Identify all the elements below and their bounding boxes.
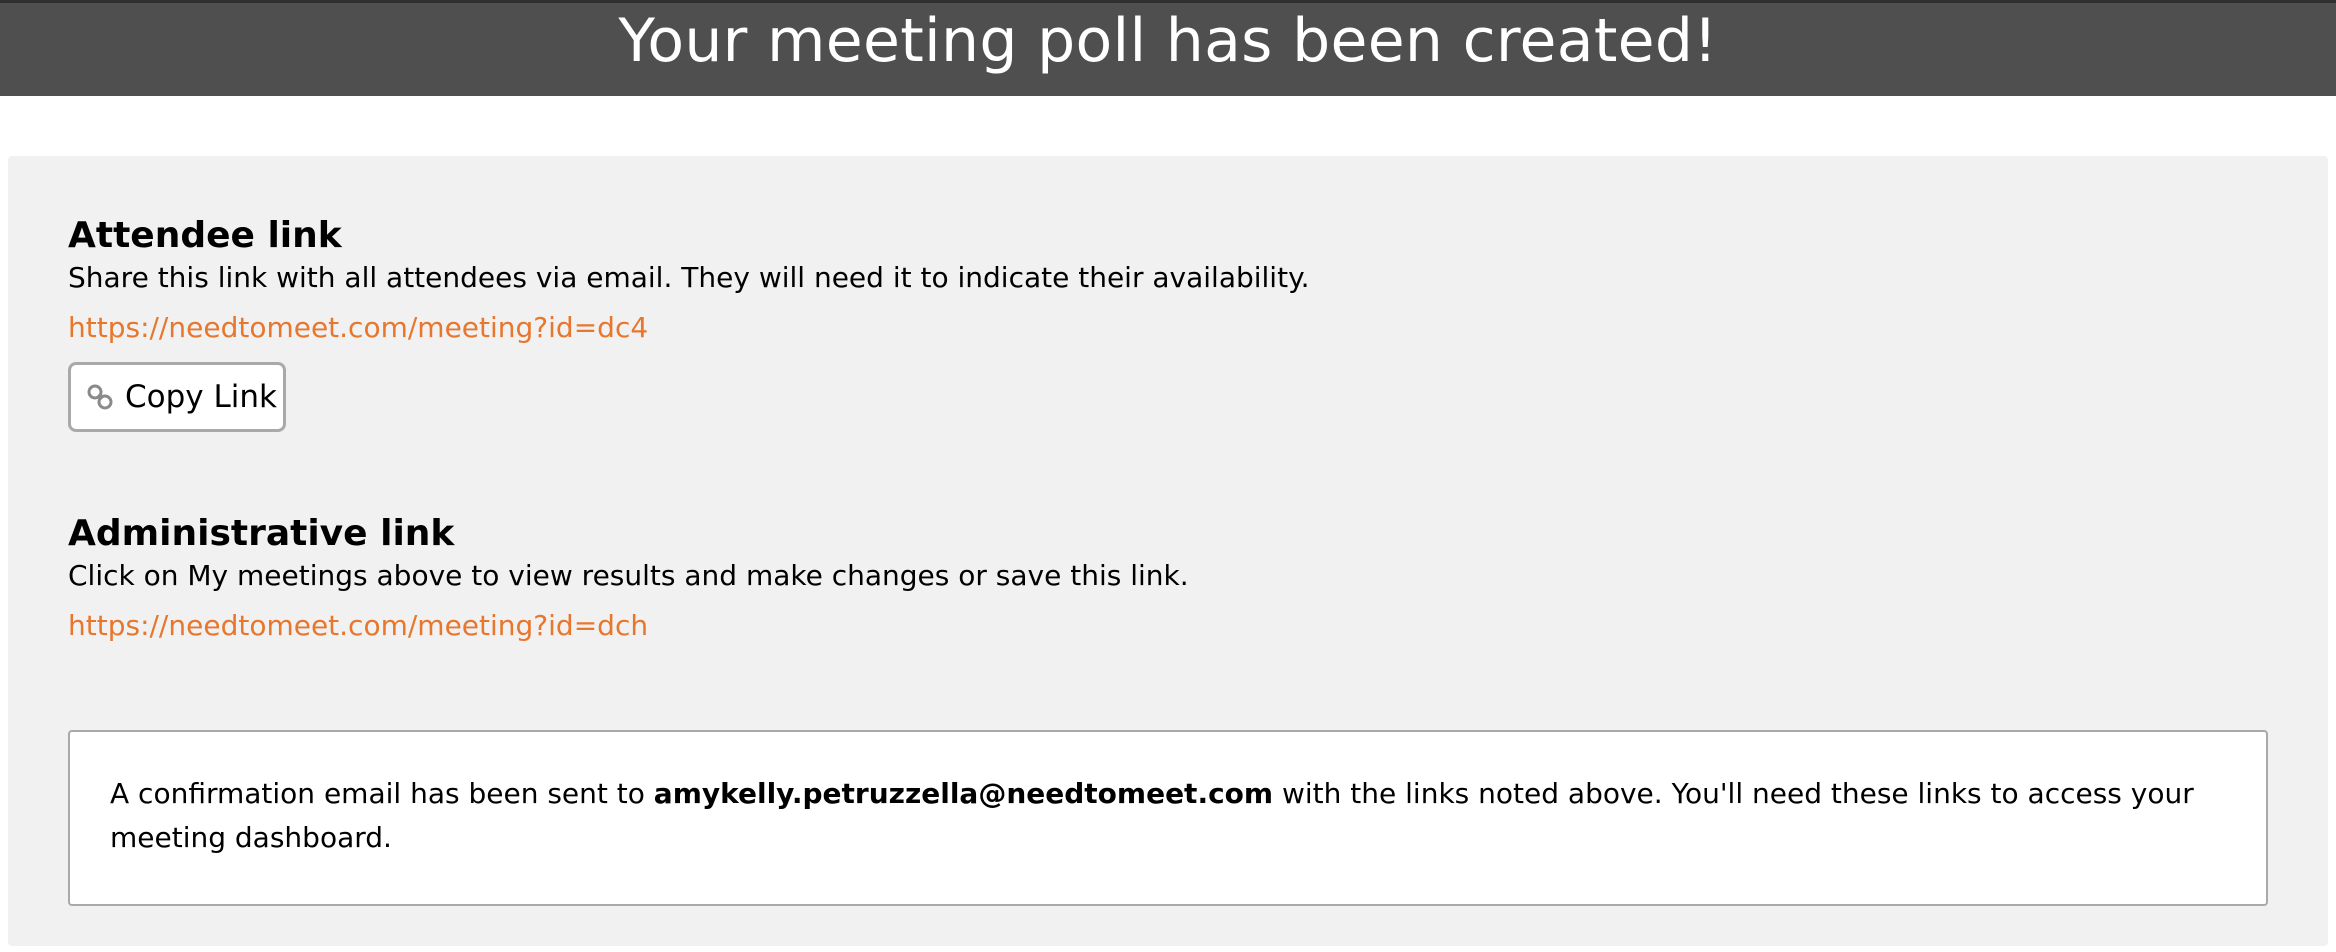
admin-link-description: Click on My meetings above to view resul… [68,559,1189,592]
admin-link-url[interactable]: https://needtomeet.com/meeting?id=dch [68,608,648,644]
admin-link-title: Administrative link [68,513,455,554]
notice-text-before: A confirmation email has been sent to [110,777,654,810]
copy-link-label: Copy Link [125,379,277,415]
attendee-link-description: Share this link with all attendees via e… [68,261,1310,294]
notice-email: amykelly.petruzzella@needtomeet.com [653,777,1274,810]
main-panel: Attendee link Share this link with all a… [8,156,2328,946]
page-title: Your meeting poll has been created! [618,6,1718,76]
attendee-link-title: Attendee link [68,215,342,256]
copy-link-button[interactable]: Copy Link [68,362,286,432]
link-icon [85,382,115,412]
page-header: Your meeting poll has been created! [0,0,2336,96]
attendee-link-url[interactable]: https://needtomeet.com/meeting?id=dc4 [68,310,648,346]
confirmation-notice: A confirmation email has been sent to am… [68,730,2268,906]
